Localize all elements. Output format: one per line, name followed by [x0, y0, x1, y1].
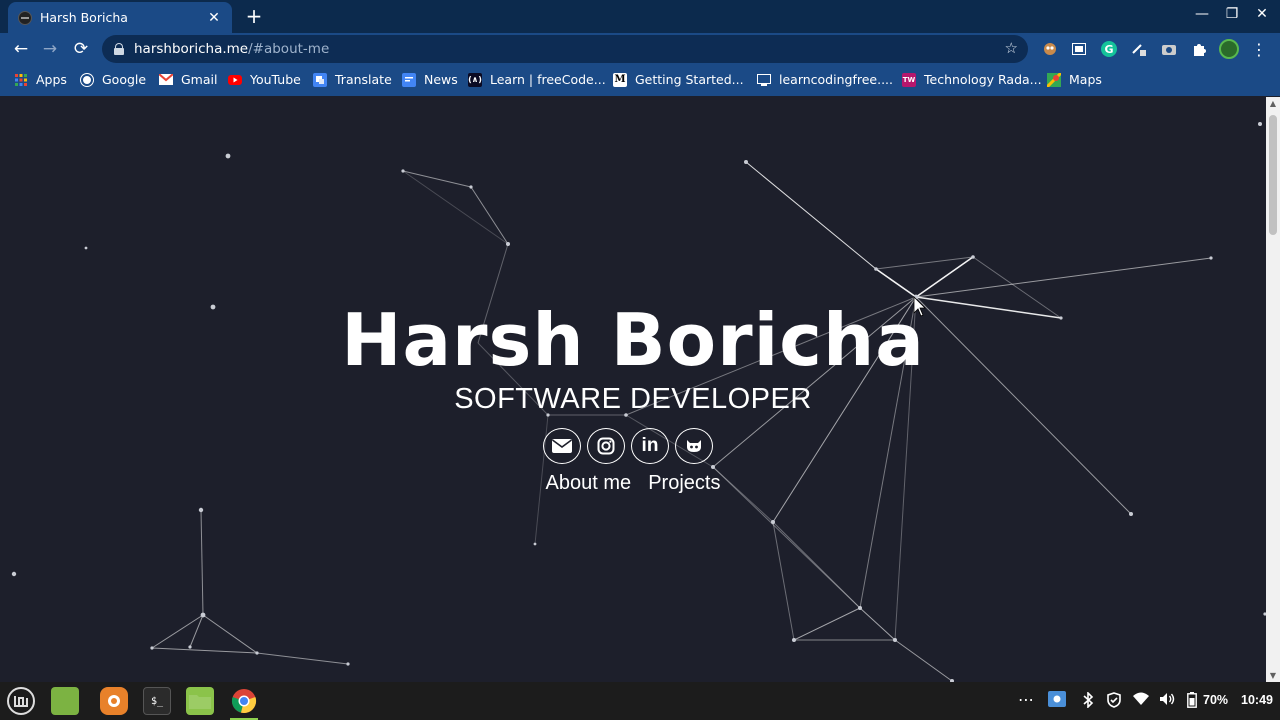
- freecodecamp-icon: (∧): [468, 72, 482, 87]
- bookmark-label: learncodingfree....: [779, 72, 893, 87]
- close-window-button[interactable]: ✕: [1252, 6, 1272, 22]
- projects-link[interactable]: Projects: [648, 472, 720, 494]
- battery-icon[interactable]: [1187, 692, 1197, 711]
- scrollbar-thumb[interactable]: [1269, 115, 1277, 235]
- browser-menu-icon[interactable]: ⋮: [1251, 40, 1267, 59]
- lock-icon[interactable]: [114, 43, 124, 55]
- url-host: harshboricha.me: [134, 41, 249, 57]
- bookmark-learncodingfree[interactable]: learncodingfree....: [757, 72, 893, 87]
- tray-more-icon[interactable]: ⋯: [1018, 690, 1034, 709]
- pencil-icon[interactable]: [1131, 41, 1147, 57]
- extension-owl-icon[interactable]: [1042, 41, 1058, 57]
- puzzle-icon[interactable]: [1191, 41, 1207, 57]
- desktop-icon[interactable]: [51, 687, 79, 715]
- social-links: in: [543, 428, 713, 464]
- forward-button[interactable]: →: [40, 39, 60, 59]
- bookmark-label: News: [424, 72, 458, 87]
- files-icon[interactable]: [186, 687, 214, 715]
- browser-toolbar: ← → ⟳ harshboricha.me/#about-me ☆ G ⋮: [0, 33, 1280, 65]
- bookmark-label: Google: [102, 72, 147, 87]
- tab-title: Harsh Boricha: [40, 10, 128, 25]
- bookmark-gmail[interactable]: Gmail: [159, 72, 217, 87]
- os-taskbar: $_ ⋯ 70% 10:49: [0, 682, 1280, 720]
- bookmark-google[interactable]: Google: [80, 72, 146, 87]
- page-scrollbar[interactable]: ▲ ▼: [1266, 97, 1280, 682]
- email-icon[interactable]: [543, 428, 581, 464]
- scroll-up-arrow-icon[interactable]: ▲: [1268, 99, 1278, 108]
- new-tab-button[interactable]: +: [244, 5, 264, 27]
- about-me-link[interactable]: About me: [546, 472, 632, 494]
- screenshot-tray-icon[interactable]: [1048, 691, 1066, 710]
- bookmark-label: Getting Started...: [635, 72, 744, 87]
- browser-tab[interactable]: Harsh Boricha ✕: [8, 2, 232, 33]
- thoughtworks-icon: TW: [902, 72, 916, 87]
- volume-icon[interactable]: [1159, 692, 1175, 709]
- bookmark-news[interactable]: News: [402, 72, 458, 87]
- site-favicon-icon: [18, 10, 32, 25]
- shield-icon[interactable]: [1106, 692, 1122, 711]
- extension-window-icon[interactable]: [1071, 41, 1087, 57]
- grammarly-icon[interactable]: G: [1101, 41, 1117, 57]
- gmail-icon: [159, 73, 173, 87]
- wifi-icon[interactable]: [1133, 692, 1149, 709]
- bookmark-medium[interactable]: M Getting Started...: [613, 72, 744, 87]
- bookmark-maps[interactable]: Maps: [1047, 72, 1102, 87]
- bookmark-label: YouTube: [250, 72, 301, 87]
- hero-subtitle: SOFTWARE DEVELOPER: [454, 383, 812, 415]
- bluetooth-icon[interactable]: [1081, 691, 1095, 711]
- linkedin-icon[interactable]: in: [631, 428, 669, 464]
- bookmark-star-icon[interactable]: ☆: [1005, 39, 1018, 57]
- scroll-down-arrow-icon[interactable]: ▼: [1268, 671, 1278, 680]
- bookmark-label: Translate: [335, 72, 392, 87]
- bookmark-label: Technology Rada...: [924, 72, 1042, 87]
- maps-icon: [1047, 72, 1061, 87]
- youtube-icon: [228, 73, 242, 87]
- instagram-icon[interactable]: [587, 428, 625, 464]
- mint-menu-icon[interactable]: [6, 686, 36, 716]
- bookmark-technology-radar[interactable]: TW Technology Rada...: [902, 72, 1042, 87]
- camera-icon[interactable]: [1161, 41, 1177, 57]
- url-path: /#about-me: [248, 41, 330, 57]
- tab-close-icon[interactable]: ✕: [206, 10, 222, 26]
- restore-button[interactable]: ❐: [1222, 6, 1242, 22]
- firefox-icon[interactable]: [100, 687, 128, 715]
- bookmark-label: Learn | freeCode...: [490, 72, 606, 87]
- bookmark-translate[interactable]: Translate: [313, 72, 392, 87]
- minimize-button[interactable]: —: [1192, 6, 1212, 22]
- bookmark-label: Gmail: [181, 72, 218, 87]
- tab-strip: Harsh Boricha ✕ + — ❐ ✕: [0, 0, 1280, 33]
- bookmark-label: Apps: [36, 72, 67, 87]
- profile-avatar[interactable]: [1219, 39, 1239, 59]
- apps-grid-icon: [14, 73, 28, 87]
- bookmark-youtube[interactable]: YouTube: [228, 72, 301, 87]
- back-button[interactable]: ←: [11, 39, 31, 59]
- google-icon: [80, 72, 94, 87]
- hero-nav-links: About me Projects: [0, 472, 1266, 495]
- learncoding-icon: [757, 73, 771, 87]
- news-icon: [402, 72, 416, 87]
- terminal-icon[interactable]: $_: [143, 687, 171, 715]
- bookmark-apps[interactable]: Apps: [14, 72, 67, 87]
- github-icon[interactable]: [675, 428, 713, 464]
- bookmark-freecodecamp[interactable]: (∧) Learn | freeCode...: [468, 72, 606, 87]
- page-viewport: Harsh Boricha SOFTWARE DEVELOPER in Abou…: [0, 97, 1266, 682]
- translate-icon: [313, 72, 327, 87]
- bookmarks-bar: Apps Google Gmail YouTube Translate News…: [0, 65, 1280, 96]
- reload-button[interactable]: ⟳: [71, 39, 91, 59]
- battery-percentage: 70%: [1203, 693, 1229, 707]
- medium-icon: M: [613, 72, 627, 87]
- hero-title: Harsh Boricha: [341, 298, 925, 382]
- address-bar[interactable]: harshboricha.me/#about-me ☆: [102, 35, 1028, 63]
- clock[interactable]: 10:49: [1241, 693, 1273, 707]
- bookmark-label: Maps: [1069, 72, 1102, 87]
- chrome-icon[interactable]: [230, 687, 258, 720]
